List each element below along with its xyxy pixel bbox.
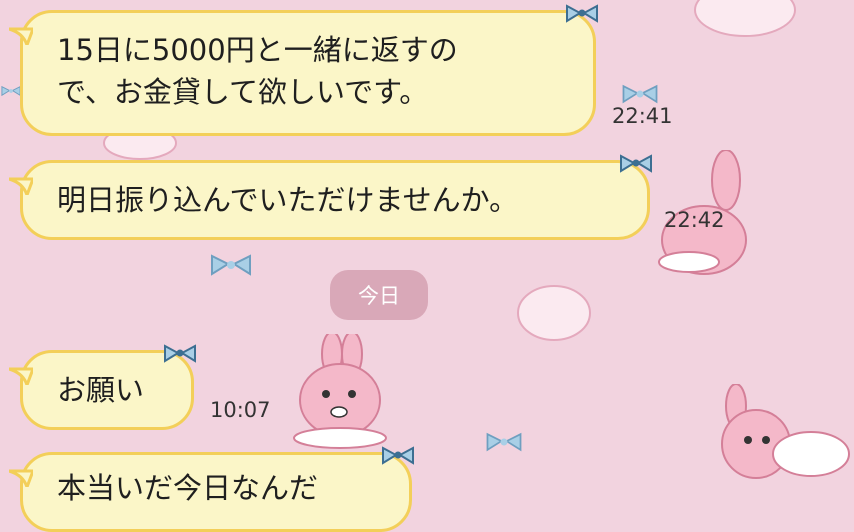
message-bubble[interactable]: 本当いだ今日なんだ	[9, 446, 414, 532]
message-text: で、お金貸して欲しいです。	[57, 75, 429, 109]
message-text: お願い	[57, 373, 145, 407]
bubble-tail	[9, 27, 33, 45]
message-bubble[interactable]: 15日に5000円と一緒に返すの で、お金貸して欲しいです。	[9, 4, 598, 136]
bubble-tail	[9, 367, 33, 385]
chat-screen[interactable]: 15日に5000円と一緒に返すの で、お金貸して欲しいです。 22:41 明日振…	[0, 0, 854, 532]
message-bubble[interactable]: お願い	[9, 344, 196, 430]
bubble-tail	[9, 177, 33, 195]
bow-icon	[566, 4, 598, 23]
bunny-sticker-icon	[721, 384, 850, 479]
message-text: 明日振り込んでいただけませんか。	[57, 183, 519, 217]
bunny-sticker-icon	[293, 334, 387, 449]
cloud-deco-icon	[694, 0, 796, 37]
bow-icon	[382, 446, 414, 465]
bow-icon	[211, 254, 251, 276]
bow-icon	[620, 154, 652, 173]
message-time: 22:41	[612, 104, 673, 128]
message-text: 本当いだ今日なんだ	[57, 471, 319, 505]
message-bubble[interactable]: 明日振り込んでいただけませんか。	[9, 154, 652, 240]
message-time: 10:07	[210, 398, 271, 422]
bow-icon	[1, 85, 21, 97]
cloud-deco-icon	[517, 285, 591, 341]
bubble-tail	[9, 469, 33, 487]
bow-icon	[164, 344, 196, 363]
date-separator: 今日	[330, 270, 428, 320]
message-time: 22:42	[664, 208, 725, 232]
bow-icon	[486, 432, 522, 452]
message-text: 15日に5000円と一緒に返すの	[57, 33, 458, 67]
